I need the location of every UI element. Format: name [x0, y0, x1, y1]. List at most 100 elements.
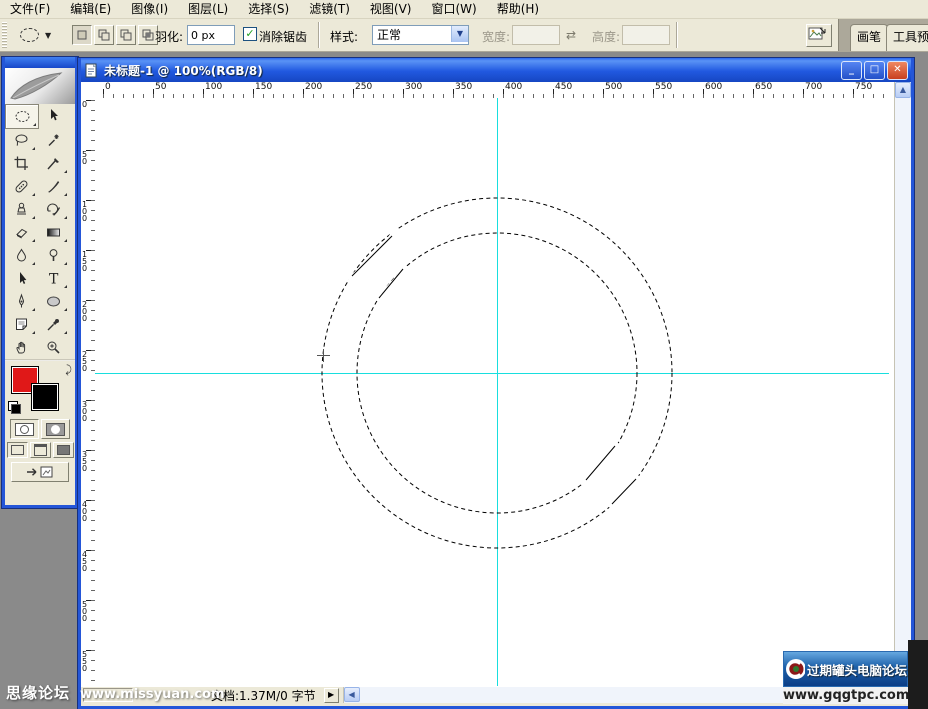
menu-item-4[interactable]: 选择(S) [238, 0, 299, 18]
width-label: 宽度: [482, 28, 510, 45]
standard-mode-button[interactable] [10, 419, 39, 439]
type-icon: T [45, 270, 62, 287]
toolbox-title-bar[interactable] [5, 57, 75, 68]
style-value: 正常 [377, 27, 401, 43]
tool-eyedropper[interactable] [37, 313, 69, 336]
scroll-left-icon[interactable]: ◀ [344, 687, 360, 702]
minimize-button[interactable]: _ [841, 61, 862, 80]
watermark-gqgtpc-title: 过期罐头电脑论坛 [807, 660, 907, 679]
imageready-icon [25, 465, 55, 479]
menu-item-3[interactable]: 图层(L) [178, 0, 238, 18]
style-dropdown[interactable]: 正常 ▼ [372, 25, 469, 45]
new-selection-button[interactable] [72, 25, 92, 45]
tool-path-selection[interactable] [5, 267, 37, 290]
antialias-label: 消除锯齿 [259, 28, 307, 45]
gradient-icon [45, 224, 62, 241]
ruler-h-label: 350 [455, 82, 472, 92]
watermark-gqgtpc-url: www.gqgtpc.com [783, 687, 908, 704]
horizontal-ruler[interactable]: 0501001502002503003504004505005506006507… [95, 82, 889, 99]
chevron-down-icon: ▼ [45, 31, 51, 40]
separator [676, 22, 677, 48]
notes-icon [13, 316, 30, 333]
tool-slice[interactable] [37, 152, 69, 175]
magic-wand-icon [45, 132, 62, 149]
vertical-scrollbar[interactable]: ▲ ▼ [894, 82, 911, 687]
tool-brush[interactable] [37, 175, 69, 198]
menu-item-5[interactable]: 滤镜(T) [299, 0, 360, 18]
fullscreen-button[interactable] [53, 442, 74, 458]
tool-healing-brush[interactable] [5, 175, 37, 198]
tool-type[interactable]: T [37, 267, 69, 290]
file-browser-button[interactable] [806, 24, 832, 47]
quick-mask-mode-button[interactable] [41, 419, 70, 439]
menu-bar: 文件(F)编辑(E)图像(I)图层(L)选择(S)滤镜(T)视图(V)窗口(W)… [0, 0, 928, 19]
crosshair-cursor [317, 349, 330, 362]
menu-item-8[interactable]: 帮助(H) [487, 0, 549, 18]
swap-dimensions-icon[interactable]: ⇄ [566, 28, 576, 42]
default-colors-icon[interactable] [8, 401, 21, 414]
healing-brush-icon [13, 178, 30, 195]
add-selection-button[interactable] [94, 25, 114, 45]
menu-item-0[interactable]: 文件(F) [0, 0, 60, 18]
tool-lasso[interactable] [5, 129, 37, 152]
tool-shape[interactable] [37, 290, 69, 313]
feather-label: 羽化: [155, 28, 183, 45]
width-input[interactable] [512, 25, 560, 45]
background-color-swatch[interactable] [31, 383, 59, 411]
subtract-selection-button[interactable] [116, 25, 136, 45]
toolbar-grip[interactable] [2, 22, 7, 48]
vertical-ruler[interactable]: 05 01 0 01 5 02 0 02 5 03 0 03 5 04 0 04… [81, 98, 96, 687]
tool-hand[interactable] [5, 336, 37, 359]
tool-blur[interactable] [5, 244, 37, 267]
watermark-missyuan-url: www.missyuan.com [80, 687, 225, 702]
selection-marquee [95, 98, 889, 687]
ruler-h-label: 400 [505, 82, 522, 92]
subtract-selection-icon [119, 28, 133, 42]
chevron-down-icon[interactable]: ▼ [451, 26, 468, 42]
feather-input[interactable] [187, 25, 235, 45]
status-menu-button[interactable]: ▶ [324, 688, 339, 703]
tab-tool-presets-label: 工具预设 [893, 30, 928, 44]
ruler-h-label: 300 [405, 82, 422, 92]
height-input[interactable] [622, 25, 670, 45]
tool-magic-wand[interactable] [37, 129, 69, 152]
tool-pen[interactable] [5, 290, 37, 313]
document-icon [84, 63, 99, 78]
tool-zoom[interactable] [37, 336, 69, 359]
swap-colors-icon[interactable]: ⤸ [65, 363, 72, 377]
tool-history-brush[interactable] [37, 198, 69, 221]
menu-item-2[interactable]: 图像(I) [121, 0, 178, 18]
jump-to-imageready-button[interactable] [11, 462, 69, 482]
tool-elliptical-marquee[interactable] [5, 104, 39, 129]
tool-notes[interactable] [5, 313, 37, 336]
close-button[interactable]: ✕ [887, 61, 908, 80]
document-body: 0501001502002503003504004505005506006507… [81, 82, 911, 703]
tab-tool-presets[interactable]: 工具预设 [886, 24, 928, 51]
shape-ellipse-icon [45, 293, 62, 310]
tool-gradient[interactable] [37, 221, 69, 244]
tool-eraser[interactable] [5, 221, 37, 244]
tool-crop[interactable] [5, 152, 37, 175]
ruler-h-label: 0 [105, 82, 111, 92]
antialias-checkbox[interactable]: ✓ [243, 27, 257, 41]
tool-preset-picker[interactable]: ▼ [14, 23, 56, 47]
tool-dodge[interactable] [37, 244, 69, 267]
ruler-v-label: 5 5 0 [82, 651, 87, 672]
scroll-up-icon[interactable]: ▲ [895, 82, 911, 98]
tab-brushes[interactable]: 画笔 [850, 24, 888, 51]
tool-move[interactable] [37, 104, 69, 127]
standard-screen-button[interactable] [7, 442, 28, 458]
menu-item-1[interactable]: 编辑(E) [60, 0, 121, 18]
ruler-h-label: 50 [155, 82, 166, 92]
tool-clone-stamp[interactable] [5, 198, 37, 221]
document-window: 未标题-1 @ 100%(RGB/8) _ □ ✕ 05010015020025… [78, 58, 914, 709]
menu-item-6[interactable]: 视图(V) [360, 0, 422, 18]
fullscreen-menu-button[interactable] [30, 442, 51, 458]
ruler-h-label: 150 [255, 82, 272, 92]
menu-item-7[interactable]: 窗口(W) [421, 0, 486, 18]
canvas[interactable] [95, 98, 889, 687]
file-browser-icon [807, 25, 829, 44]
maximize-button[interactable]: □ [864, 61, 885, 80]
document-title-bar[interactable]: 未标题-1 @ 100%(RGB/8) _ □ ✕ [81, 58, 911, 82]
ruler-corner[interactable] [81, 82, 96, 99]
